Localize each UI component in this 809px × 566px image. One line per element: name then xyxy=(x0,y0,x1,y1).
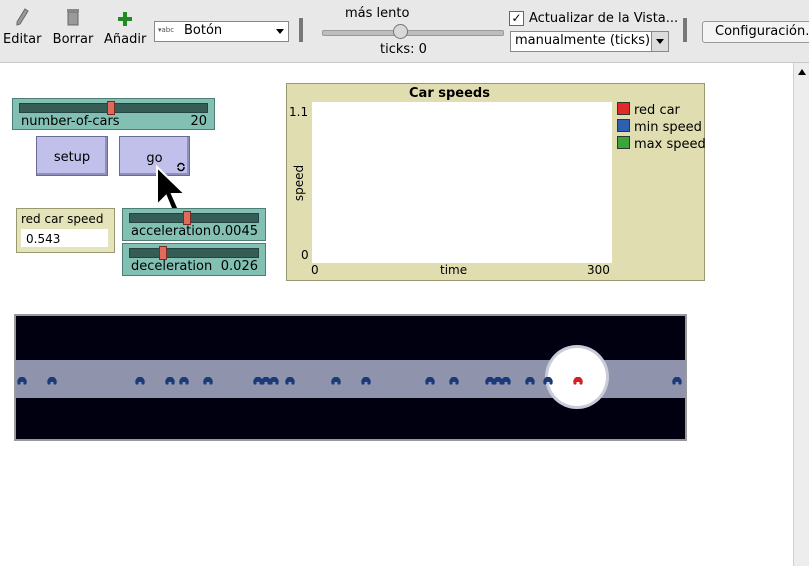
legend-swatch xyxy=(617,102,630,115)
car xyxy=(671,374,683,385)
car xyxy=(164,374,176,385)
speed-slider[interactable] xyxy=(322,30,504,36)
slider-value: 0.0045 xyxy=(212,224,259,239)
slider-knob[interactable] xyxy=(107,101,115,115)
number-of-cars-slider[interactable]: number-of-cars 20 xyxy=(12,98,215,130)
acceleration-slider[interactable]: acceleration 0.0045 xyxy=(122,208,266,241)
ticks-counter: ticks: 0 xyxy=(380,42,427,57)
car xyxy=(178,374,190,385)
legend-item: red car xyxy=(617,102,680,118)
y-axis-label: speed xyxy=(292,164,307,202)
slider-track xyxy=(129,248,259,258)
car xyxy=(424,374,436,385)
edit-button[interactable]: Editar xyxy=(3,6,42,56)
car xyxy=(330,374,342,385)
plus-icon xyxy=(118,12,132,26)
car xyxy=(46,374,58,385)
monitor-label: red car speed xyxy=(21,212,104,226)
chevron-down-icon xyxy=(651,32,668,51)
trash-icon xyxy=(67,9,79,26)
add-label: Añadir xyxy=(104,32,147,47)
plot-title: Car speeds xyxy=(409,86,490,101)
x-axis-max: 300 xyxy=(587,263,610,277)
red-car-speed-monitor: red car speed 0.543 xyxy=(16,208,115,253)
monitor-value: 0.543 xyxy=(26,232,61,246)
slider-label: acceleration xyxy=(131,224,212,239)
car xyxy=(360,374,372,385)
button-widget-icon: ▾abc xyxy=(158,26,175,34)
slider-label: number-of-cars xyxy=(21,114,120,129)
add-button[interactable]: Añadir xyxy=(104,6,146,56)
legend-item: max speed xyxy=(617,136,706,152)
update-view-label: Actualizar de la Vista... xyxy=(529,11,679,26)
widget-type-value: Botón xyxy=(184,23,223,38)
scroll-up-icon[interactable] xyxy=(798,69,806,75)
y-axis-min: 0 xyxy=(301,248,309,262)
delete-button[interactable]: Borrar xyxy=(52,6,94,56)
car xyxy=(16,374,28,385)
y-axis-max: 1.1 xyxy=(289,105,309,119)
slider-value: 0.026 xyxy=(220,259,258,274)
car xyxy=(542,374,554,385)
world-view[interactable] xyxy=(14,314,687,441)
legend-swatch xyxy=(617,119,630,132)
car-speeds-plot: Car speeds 1.1 0 speed 0 time 300 red ca… xyxy=(286,83,706,281)
monitor-value-box: 0.543 xyxy=(21,229,108,247)
car xyxy=(448,374,460,385)
x-axis-min: 0 xyxy=(311,263,319,277)
settings-label: Configuración... xyxy=(715,24,809,39)
red-car xyxy=(572,374,584,385)
slider-knob[interactable] xyxy=(159,246,167,260)
car xyxy=(500,374,512,385)
slider-label: deceleration xyxy=(131,259,213,274)
setup-button[interactable]: setup xyxy=(36,136,108,176)
settings-button[interactable]: Configuración... xyxy=(702,21,809,43)
vertical-scrollbar[interactable] xyxy=(793,63,809,566)
car xyxy=(202,374,214,385)
pencil-icon xyxy=(16,8,29,26)
update-mode-value: manualmente (ticks) xyxy=(515,33,651,48)
car xyxy=(268,374,280,385)
update-mode-select[interactable]: manualmente (ticks) xyxy=(510,31,669,52)
delete-label: Borrar xyxy=(52,32,94,47)
car xyxy=(524,374,536,385)
legend-label: red car xyxy=(634,103,680,118)
deceleration-slider[interactable]: deceleration 0.026 xyxy=(122,243,266,276)
slider-value: 20 xyxy=(190,114,207,129)
car xyxy=(284,374,296,385)
setup-label: setup xyxy=(53,150,91,165)
widget-type-select[interactable]: ▾abc Botón xyxy=(154,21,289,42)
slider-knob[interactable] xyxy=(183,211,191,225)
legend-item: min speed xyxy=(617,119,702,135)
edit-label: Editar xyxy=(3,32,42,47)
update-view-checkbox[interactable]: ✓ xyxy=(509,11,524,26)
speed-label: más lento xyxy=(345,6,410,21)
chevron-down-icon xyxy=(276,29,284,34)
legend-swatch xyxy=(617,136,630,149)
legend-label: min speed xyxy=(634,120,702,135)
speed-slider-knob[interactable] xyxy=(393,24,408,39)
car xyxy=(134,374,146,385)
toolbar-divider xyxy=(299,18,303,42)
plot-area xyxy=(312,102,612,263)
toolbar-divider xyxy=(683,18,687,42)
toolbar: Editar Borrar Añadir ▾abc Botón más lent… xyxy=(0,0,809,63)
slider-track xyxy=(129,213,259,223)
x-axis-label: time xyxy=(440,263,468,277)
legend-label: max speed xyxy=(634,137,706,152)
